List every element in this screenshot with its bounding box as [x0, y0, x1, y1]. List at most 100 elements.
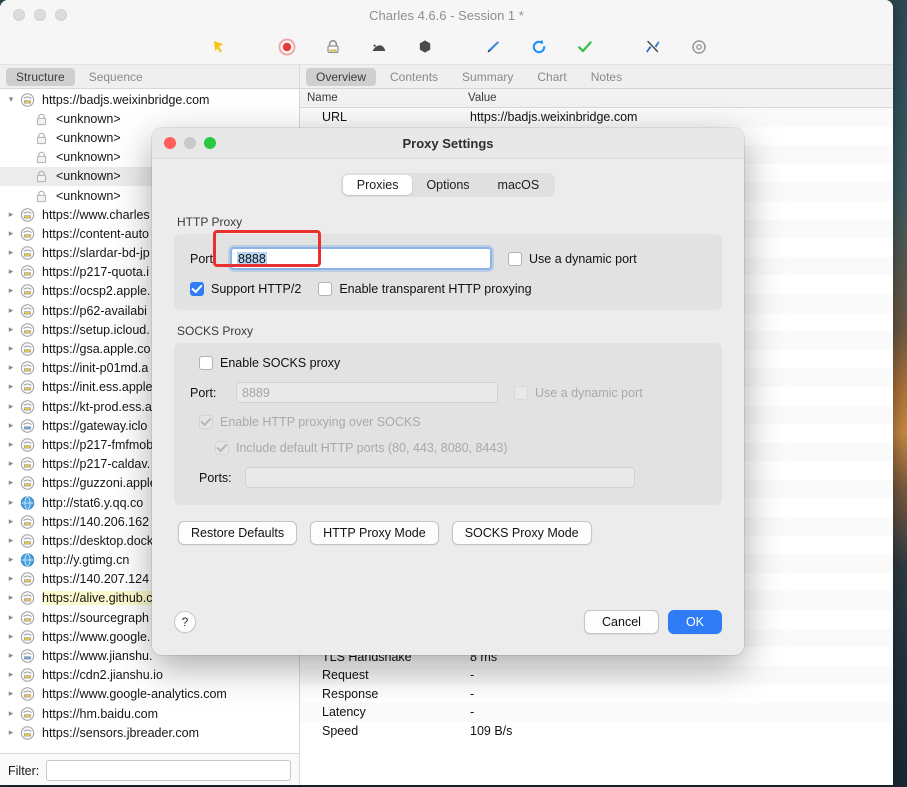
disclosure-triangle-icon[interactable]: ▸ [4, 478, 18, 488]
disclosure-triangle-icon[interactable]: ▸ [4, 593, 18, 603]
disclosure-triangle-icon[interactable]: ▸ [4, 229, 18, 239]
default-ports-row[interactable]: Include default HTTP ports (80, 443, 808… [190, 441, 706, 455]
table-cell-name: Response [322, 686, 379, 701]
zoom-button[interactable] [55, 9, 67, 21]
ok-button[interactable]: OK [667, 610, 722, 634]
tools-icon[interactable] [630, 32, 676, 62]
disclosure-triangle-icon[interactable]: ▸ [4, 267, 18, 277]
disclosure-triangle-icon[interactable]: ▸ [4, 440, 18, 450]
disclosure-triangle-icon[interactable]: ▸ [4, 670, 18, 680]
restore-defaults-button[interactable]: Restore Defaults [178, 521, 298, 545]
socks-ports-input[interactable] [245, 467, 635, 488]
http-proxy-mode-button[interactable]: HTTP Proxy Mode [310, 521, 439, 545]
tree-row[interactable]: ▸ https://hm.baidu.com [0, 704, 299, 723]
transparent-proxying-checkbox[interactable] [318, 282, 333, 296]
socks-proxy-mode-button[interactable]: SOCKS Proxy Mode [451, 521, 592, 545]
tab-contents[interactable]: Contents [380, 68, 448, 86]
disclosure-triangle-icon[interactable]: ▸ [4, 325, 18, 335]
table-row[interactable]: Latency - [300, 703, 893, 722]
disclosure-triangle-icon[interactable]: ▸ [4, 574, 18, 584]
default-ports-checkbox[interactable] [215, 441, 229, 455]
http-over-socks-row[interactable]: Enable HTTP proxying over SOCKS [190, 415, 706, 429]
socks-dynamic-port-checkbox[interactable] [514, 385, 528, 400]
disclosure-triangle-icon[interactable]: ▸ [4, 363, 18, 373]
server-icon [18, 246, 37, 260]
transparent-proxying-row[interactable]: Enable transparent HTTP proxying [318, 282, 532, 296]
socks-enable-row[interactable]: Enable SOCKS proxy [190, 356, 706, 370]
tree-row[interactable]: ▾ https://badjs.weixinbridge.com [0, 90, 299, 109]
table-row[interactable]: Response - [300, 684, 893, 703]
disclosure-triangle-icon[interactable]: ▸ [4, 689, 18, 699]
tree-row-label: https://desktop.dock [42, 533, 154, 548]
socks-enable-checkbox[interactable] [199, 356, 213, 370]
repeat-icon[interactable] [516, 32, 562, 62]
close-button[interactable] [13, 9, 25, 21]
disclosure-triangle-icon[interactable]: ▸ [4, 421, 18, 431]
tree-row[interactable]: ▸ https://cdn2.jianshu.io [0, 666, 299, 685]
disclosure-triangle-icon[interactable]: ▸ [4, 651, 18, 661]
tree-row[interactable]: ▸ https://sensors.jbreader.com [0, 723, 299, 742]
tab-proxies[interactable]: Proxies [342, 175, 413, 195]
disclosure-triangle-icon[interactable]: ▸ [4, 498, 18, 508]
tab-strip: Structure Sequence Overview Contents Sum… [0, 65, 893, 89]
table-row[interactable]: Speed 109 B/s [300, 722, 893, 741]
tree-row-label: https://sourcegraph [42, 610, 150, 625]
table-row[interactable]: Request - [300, 665, 893, 685]
tree-row[interactable]: <unknown> [0, 109, 299, 128]
server-icon [18, 515, 37, 529]
tab-sequence[interactable]: Sequence [79, 68, 153, 86]
tab-options[interactable]: Options [412, 175, 483, 195]
column-header-value: Value [468, 92, 497, 104]
disclosure-triangle-icon[interactable]: ▸ [4, 728, 18, 738]
disclosure-triangle-icon[interactable]: ▸ [4, 459, 18, 469]
disclosure-triangle-icon[interactable]: ▸ [4, 555, 18, 565]
disclosure-triangle-icon[interactable]: ▸ [4, 344, 18, 354]
table-cell-name: URL [322, 110, 348, 125]
filter-input[interactable] [46, 760, 291, 781]
disclosure-triangle-icon[interactable]: ▸ [4, 402, 18, 412]
tab-overview[interactable]: Overview [306, 67, 377, 86]
validate-icon[interactable] [562, 32, 608, 62]
server-icon [18, 591, 37, 606]
socks-dynamic-port-row[interactable]: Use a dynamic port [514, 385, 643, 400]
settings-icon[interactable] [676, 32, 722, 62]
minimize-button[interactable] [34, 9, 46, 21]
support-http2-checkbox[interactable] [190, 282, 204, 296]
compose-icon[interactable] [470, 32, 516, 62]
lock-icon [32, 189, 51, 203]
cancel-button[interactable]: Cancel [584, 610, 659, 634]
disclosure-triangle-icon[interactable]: ▸ [4, 709, 18, 719]
http-dynamic-port-row[interactable]: Use a dynamic port [508, 251, 637, 266]
disclosure-triangle-icon[interactable]: ▸ [4, 613, 18, 623]
disclosure-triangle-icon[interactable]: ▸ [4, 248, 18, 258]
clear-icon[interactable] [196, 32, 242, 62]
tab-chart[interactable]: Chart [527, 68, 576, 86]
breakpoints-icon[interactable] [402, 32, 448, 62]
disclosure-triangle-icon[interactable]: ▸ [4, 517, 18, 527]
record-icon[interactable] [264, 32, 310, 62]
socks-ports-label: Ports: [199, 470, 232, 485]
disclosure-triangle-icon[interactable]: ▾ [4, 95, 18, 105]
disclosure-triangle-icon[interactable]: ▸ [4, 286, 18, 296]
tree-row-label: https://slardar-bd-jp [42, 246, 150, 261]
tab-notes[interactable]: Notes [581, 68, 632, 86]
tab-summary[interactable]: Summary [452, 68, 523, 86]
http-over-socks-checkbox[interactable] [199, 415, 213, 429]
http-port-input[interactable]: 8888 [230, 247, 492, 270]
disclosure-triangle-icon[interactable]: ▸ [4, 382, 18, 392]
ssl-proxying-icon[interactable] [310, 32, 356, 62]
help-button[interactable]: ? [174, 611, 196, 633]
tab-structure[interactable]: Structure [6, 67, 75, 86]
disclosure-triangle-icon[interactable]: ▸ [4, 306, 18, 316]
support-http2-row[interactable]: Support HTTP/2 [190, 282, 301, 296]
http-dynamic-port-checkbox[interactable] [508, 251, 522, 266]
disclosure-triangle-icon[interactable]: ▸ [4, 210, 18, 220]
throttle-icon[interactable] [356, 32, 402, 62]
tree-row[interactable]: ▸ https://www.google-analytics.com [0, 685, 299, 704]
globe-icon [18, 553, 37, 567]
socks-port-input[interactable]: 8889 [236, 382, 498, 403]
table-row[interactable]: URL https://badjs.weixinbridge.com [300, 108, 893, 127]
disclosure-triangle-icon[interactable]: ▸ [4, 536, 18, 546]
tab-macos[interactable]: macOS [484, 175, 554, 195]
disclosure-triangle-icon[interactable]: ▸ [4, 632, 18, 642]
